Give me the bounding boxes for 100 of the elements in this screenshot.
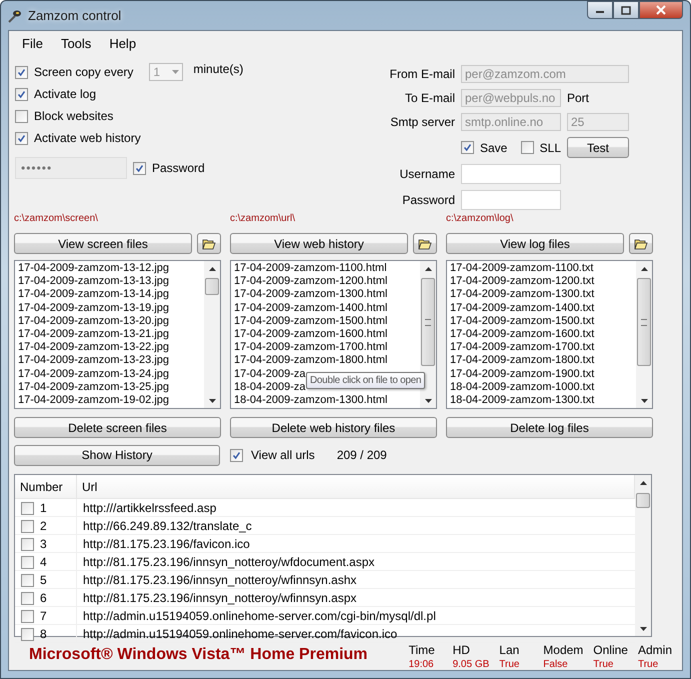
scroll-down-icon[interactable] — [640, 398, 648, 402]
scroll-thumb[interactable] — [636, 492, 650, 508]
checkbox[interactable] — [21, 538, 34, 550]
filename-entry[interactable]: 17-04-2009-zamzom-1700.txt — [450, 341, 633, 354]
row-number: 8 — [40, 627, 47, 641]
scroll-thumb[interactable] — [421, 278, 435, 366]
filename-entry[interactable]: 17-04-2009-zamzom-1400.txt — [450, 302, 633, 315]
checkbox[interactable] — [520, 141, 534, 154]
filename-entry[interactable]: 17-04-2009-zamzom-13-14.jpg — [18, 288, 201, 302]
delete-button[interactable]: Delete log files — [446, 417, 653, 438]
filename-entry[interactable]: 18-04-2009-zamzom-1000.txt — [450, 380, 633, 394]
delete-button[interactable]: Delete screen files — [14, 417, 221, 438]
scrollbar[interactable] — [204, 261, 220, 408]
minimize-button[interactable] — [587, 1, 613, 19]
scroll-thumb[interactable] — [637, 278, 651, 366]
filename-entry[interactable]: 18-04-2009-zamzom-1300.txt — [450, 394, 633, 408]
filename-entry[interactable]: 17-04-2009-zamzom-13-21.jpg — [18, 328, 201, 342]
menu-item[interactable]: File — [13, 34, 52, 52]
field-label: Smtp server — [389, 115, 455, 129]
filename-entry[interactable]: 17-04-2009-zamzom-1900.txt — [450, 368, 633, 381]
input-field[interactable] — [461, 190, 561, 210]
filename-entry[interactable]: 17-04-2009-zamzom-13-19.jpg — [18, 302, 201, 315]
row-number: 3 — [40, 537, 47, 551]
menu-item[interactable]: Tools — [52, 34, 100, 52]
column-header[interactable]: Number — [15, 475, 77, 499]
checkbox[interactable] — [15, 66, 28, 78]
filename-entry[interactable]: 17-04-2009-zamzom-13-24.jpg — [18, 368, 201, 381]
row-number: 4 — [40, 555, 47, 569]
filename-entry[interactable]: 18-04-2009-zamzom-1300.html — [234, 394, 417, 408]
row-number: 2 — [40, 519, 47, 533]
filename-entry[interactable]: 17-04-2009-zamzom-1500.html — [234, 314, 417, 328]
scrollbar[interactable] — [635, 475, 651, 636]
filename-entry[interactable]: 17-04-2009-zamzom-1800.txt — [450, 354, 633, 368]
row-number: 1 — [40, 501, 47, 515]
open-folder-button[interactable] — [629, 233, 653, 254]
checkbox[interactable] — [461, 141, 474, 154]
test-button[interactable]: Test — [567, 137, 629, 158]
filename-entry[interactable]: 17-04-2009-zamzom-13-25.jpg — [18, 380, 201, 394]
filename-entry[interactable]: 17-04-2009-zamzom-1200.html — [234, 275, 417, 288]
scroll-up-icon[interactable] — [640, 266, 648, 270]
scroll-up-icon[interactable] — [424, 266, 432, 270]
delete-button[interactable]: Delete web history files — [230, 417, 437, 438]
checkbox[interactable] — [21, 556, 34, 568]
password-field[interactable]: •••••• — [15, 157, 127, 179]
filename-entry[interactable]: 17-04-2009-zamzom-1400.html — [234, 302, 417, 315]
checkbox[interactable] — [15, 132, 28, 144]
close-icon — [656, 5, 666, 15]
scroll-thumb[interactable] — [205, 278, 219, 295]
scrollbar[interactable] — [636, 261, 652, 408]
checkbox[interactable] — [15, 110, 28, 122]
scroll-down-icon[interactable] — [424, 398, 432, 402]
filename-entry[interactable]: 17-04-2009-zamzom-1200.txt — [450, 275, 633, 288]
checkbox[interactable] — [21, 520, 34, 532]
field-label: Username — [398, 167, 455, 181]
scroll-down-icon[interactable] — [640, 626, 646, 630]
filename-entry[interactable]: 17-04-2009-zamzom-1600.html — [234, 328, 417, 342]
url-cell-text: http://admin.u15194059.onlinehome-server.com/cgi-bin/mysql/dl.pl — [82, 608, 437, 625]
checkbox-label: Activate web history — [34, 131, 141, 145]
filename-entry[interactable]: 17-04-2009-zamzom-1100.html — [234, 262, 417, 276]
close-button[interactable] — [639, 1, 683, 19]
view-button[interactable]: View log files — [446, 233, 624, 254]
checkbox[interactable] — [21, 574, 34, 586]
checkbox[interactable] — [21, 502, 34, 514]
scrollbar[interactable] — [420, 261, 436, 408]
checkbox[interactable] — [21, 610, 34, 622]
scroll-up-icon[interactable] — [640, 480, 646, 484]
scroll-up-icon[interactable] — [208, 266, 216, 270]
view-button[interactable]: View screen files — [14, 233, 192, 254]
filename-entry[interactable]: 17-04-2009-zamzom-1300.txt — [450, 288, 633, 302]
scroll-down-icon[interactable] — [208, 398, 216, 402]
dropdown-arrow-icon — [172, 70, 180, 74]
filename-entry[interactable]: 17-04-2009-zamzom-13-23.jpg — [18, 354, 201, 368]
filename-entry[interactable]: 17-04-2009-zamzom-13-20.jpg — [18, 314, 201, 328]
filename-entry[interactable]: 17-04-2009-zamzom-13-12.jpg — [18, 262, 201, 276]
folder-icon — [634, 238, 648, 250]
filename-entry[interactable]: 17-04-2009-zamzom-13-13.jpg — [18, 275, 201, 288]
open-folder-button[interactable] — [413, 233, 437, 254]
checkbox[interactable] — [230, 448, 243, 462]
checkbox[interactable] — [21, 628, 34, 640]
filename-entry[interactable]: 17-04-2009-zamzom-13-22.jpg — [18, 341, 201, 354]
checkbox[interactable] — [15, 88, 28, 100]
filename-entry[interactable]: 17-04-2009-zamzom-1300.html — [234, 288, 417, 302]
status-label: HD — [452, 643, 470, 657]
filename-entry[interactable]: 17-04-2009-zamzom-1800.html — [234, 354, 417, 368]
checkbox[interactable] — [21, 592, 34, 604]
input-field[interactable] — [461, 164, 561, 184]
view-button[interactable]: View web history — [230, 233, 408, 254]
row-number: 5 — [40, 573, 47, 587]
filename-entry[interactable]: 17-04-2009-zamzom-1700.html — [234, 341, 417, 354]
status-value: 19:06 — [408, 659, 434, 670]
menu-item[interactable]: Help — [100, 34, 146, 52]
open-folder-button[interactable] — [197, 233, 221, 254]
filename-entry[interactable]: 17-04-2009-zamzom-1600.txt — [450, 328, 633, 342]
show-history-button[interactable]: Show History — [14, 444, 220, 466]
filename-entry[interactable]: 17-04-2009-zamzom-1500.txt — [450, 314, 633, 328]
filename-entry[interactable]: 17-04-2009-zamzom-19-02.jpg — [18, 394, 201, 408]
url-cell-text: http:///artikkelrssfeed.asp — [82, 500, 218, 517]
checkbox[interactable] — [133, 162, 146, 174]
filename-entry[interactable]: 17-04-2009-zamzom-1100.txt — [450, 262, 633, 276]
maximize-button[interactable] — [613, 1, 639, 19]
